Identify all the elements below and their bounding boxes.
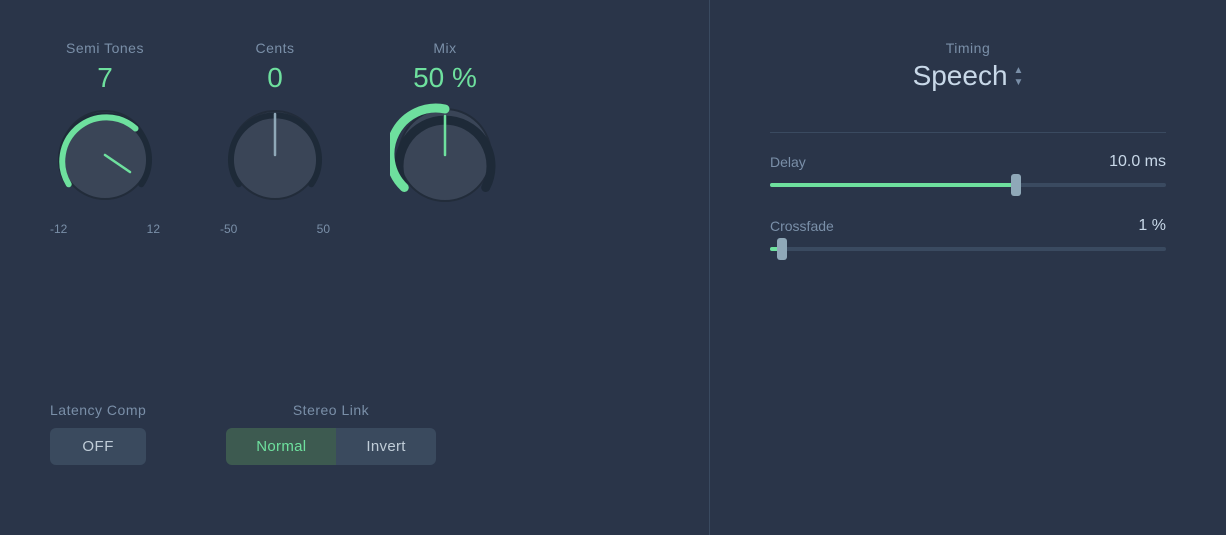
semi-tones-range: -12 12 <box>50 222 160 236</box>
stereo-invert-button[interactable]: Invert <box>336 428 435 465</box>
delay-value: 10.0 ms <box>1109 153 1166 171</box>
delay-slider[interactable] <box>770 183 1166 187</box>
right-panel: Timing Speech ▲ ▼ Delay 10.0 ms Crossfad… <box>710 0 1226 535</box>
delay-label: Delay <box>770 154 806 170</box>
stereo-link-group: Stereo Link Normal Invert <box>226 402 435 465</box>
delay-header: Delay 10.0 ms <box>770 153 1166 171</box>
delay-section: Delay 10.0 ms <box>770 153 1166 187</box>
left-panel: Semi Tones 7 -12 12 Ce <box>0 0 710 535</box>
latency-comp-label: Latency Comp <box>50 402 146 418</box>
stereo-link-label: Stereo Link <box>226 402 435 418</box>
bottom-row: Latency Comp OFF Stereo Link Normal Inve… <box>50 402 659 495</box>
knobs-row: Semi Tones 7 -12 12 Ce <box>50 40 659 236</box>
crossfade-thumb[interactable] <box>777 238 787 260</box>
mix-value: 50 % <box>413 64 477 92</box>
delay-thumb[interactable] <box>1011 174 1021 196</box>
mix-knob-container: Mix 50 % <box>390 40 500 210</box>
crossfade-value: 1 % <box>1138 217 1166 235</box>
cents-label: Cents <box>255 40 294 56</box>
delay-fill <box>770 183 1016 187</box>
crossfade-slider[interactable] <box>770 247 1166 251</box>
cents-range: -50 50 <box>220 222 330 236</box>
stereo-normal-button[interactable]: Normal <box>226 428 336 465</box>
cents-knob[interactable] <box>220 100 330 210</box>
cents-value: 0 <box>267 64 283 92</box>
timing-arrows-icon: ▲ ▼ <box>1014 65 1024 88</box>
timing-section: Timing Speech ▲ ▼ <box>770 40 1166 92</box>
mix-label: Mix <box>433 40 456 56</box>
latency-comp-button[interactable]: OFF <box>50 428 146 465</box>
semi-tones-knob-container: Semi Tones 7 -12 12 <box>50 40 160 236</box>
timing-selector[interactable]: Speech ▲ ▼ <box>913 60 1024 92</box>
crossfade-header: Crossfade 1 % <box>770 217 1166 235</box>
mix-knob[interactable] <box>390 100 500 210</box>
semi-tones-label: Semi Tones <box>66 40 144 56</box>
crossfade-section: Crossfade 1 % <box>770 217 1166 251</box>
semi-tones-knob[interactable] <box>50 100 160 210</box>
timing-value-text: Speech <box>913 60 1008 92</box>
stereo-link-buttons: Normal Invert <box>226 428 435 465</box>
timing-label: Timing <box>946 40 991 56</box>
latency-comp-group: Latency Comp OFF <box>50 402 146 465</box>
semi-tones-value: 7 <box>97 64 113 92</box>
crossfade-label: Crossfade <box>770 218 834 234</box>
cents-knob-container: Cents 0 -50 50 <box>220 40 330 236</box>
